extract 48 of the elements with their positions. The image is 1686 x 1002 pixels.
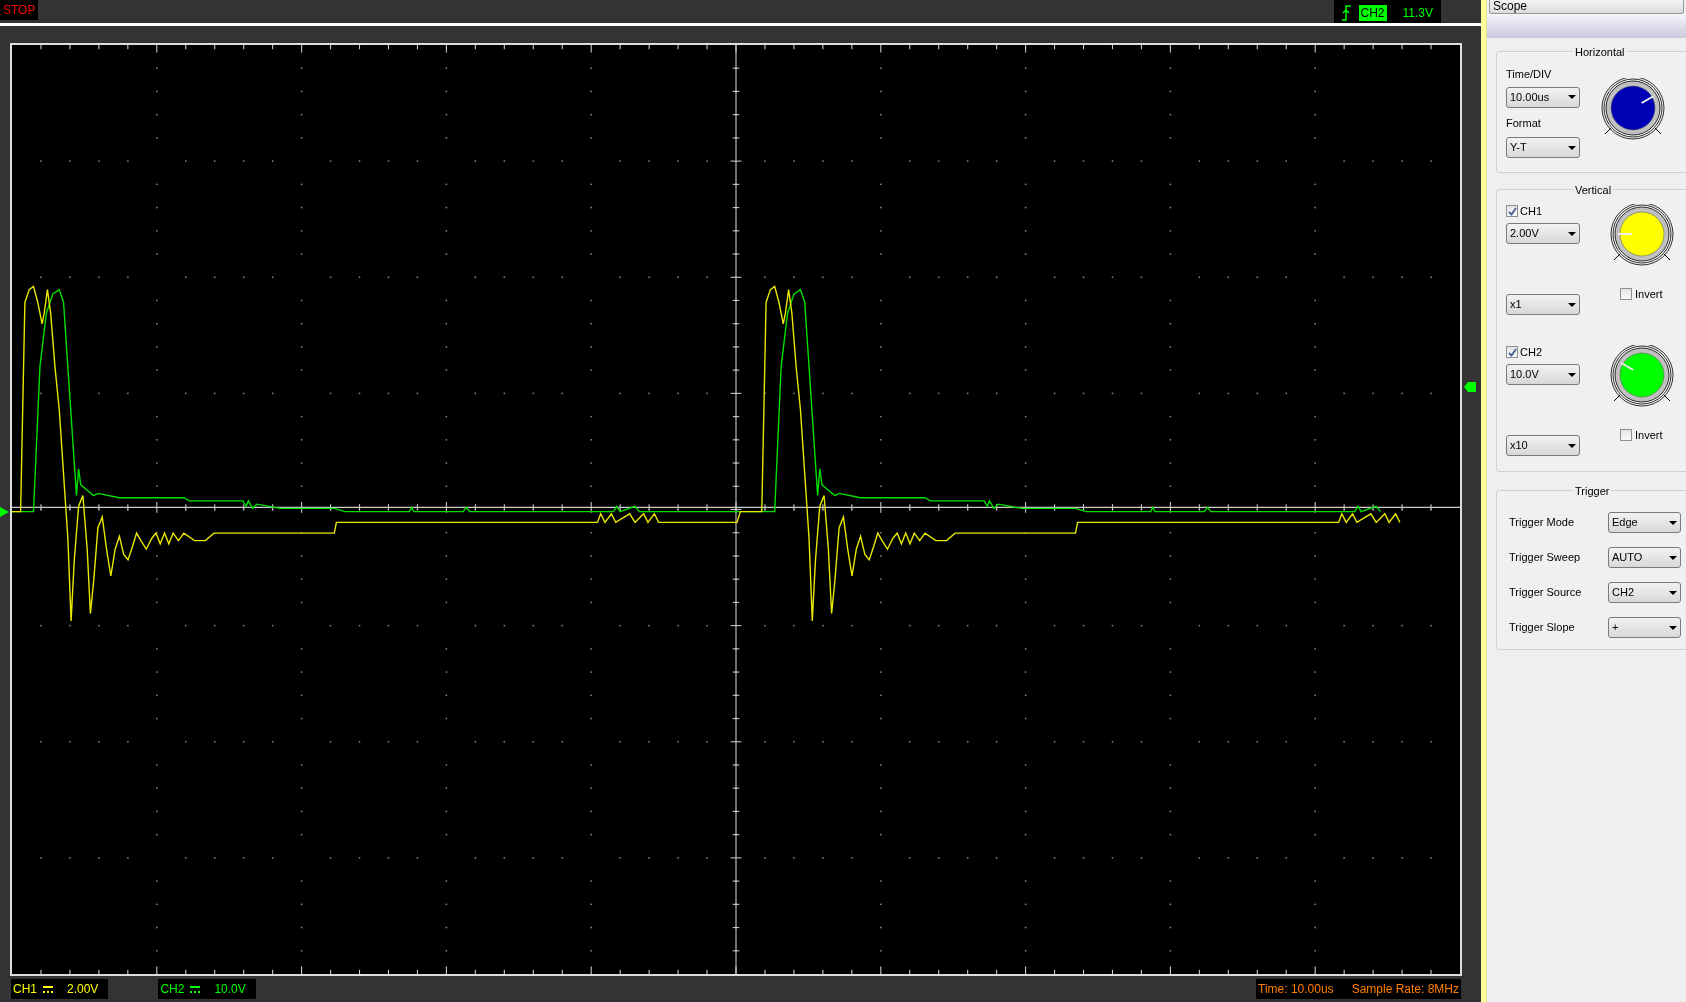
caret-icon <box>1669 625 1677 630</box>
caret-icon <box>1669 520 1677 525</box>
field-label: Trigger Slope <box>1509 620 1576 636</box>
dropdown[interactable]: 10.0V <box>1506 364 1580 385</box>
checkbox-label: CH1 <box>1520 203 1542 219</box>
checkbox[interactable] <box>1620 429 1632 442</box>
checkbox[interactable] <box>1620 288 1632 301</box>
dropdown[interactable]: AUTO <box>1608 547 1681 568</box>
caret-icon <box>1568 145 1576 150</box>
checkbox-label: Invert <box>1635 428 1663 443</box>
checkmark-icon <box>1507 206 1517 216</box>
dropdown[interactable]: x1 <box>1506 294 1580 315</box>
panel-title: Scope <box>1493 0 1528 13</box>
trigger-marker-icon <box>1464 382 1476 392</box>
run-state: STOP <box>0 0 39 20</box>
channel-label: CH1 <box>13 981 37 998</box>
caret-icon <box>1568 95 1576 99</box>
caret-icon <box>1568 302 1576 307</box>
trigger-level: 11.3V <box>1402 4 1433 22</box>
dropdown[interactable]: 2.00V <box>1506 223 1580 244</box>
channel-label: CH2 <box>160 981 185 998</box>
field-label: Trigger Sweep <box>1509 550 1582 566</box>
caret-icon <box>1669 590 1677 595</box>
trigger-channel: CH2 <box>1358 4 1387 21</box>
dropdown[interactable]: CH2 <box>1608 582 1681 603</box>
time-readout: Time: 10.00us <box>1258 981 1334 998</box>
dropdown[interactable]: x10 <box>1506 435 1580 456</box>
rising-edge-icon <box>1341 4 1351 21</box>
field-label: Format <box>1506 115 1542 131</box>
caret-icon <box>1568 372 1576 377</box>
checkbox[interactable] <box>1506 346 1518 358</box>
dropdown[interactable]: Edge <box>1608 512 1681 533</box>
channel-scale: 2.00V <box>67 981 99 998</box>
sample-rate-readout: Sample Rate: 8MHz <box>1351 981 1459 998</box>
caret-icon <box>1568 443 1576 448</box>
checkmark-icon <box>1507 347 1517 357</box>
checkbox-label: CH2 <box>1520 344 1542 360</box>
field-label: Trigger Source <box>1509 585 1583 601</box>
dropdown[interactable]: 10.00us <box>1506 86 1580 108</box>
checkbox[interactable] <box>1506 205 1518 217</box>
caret-icon <box>1568 231 1576 236</box>
dropdown[interactable]: + <box>1608 617 1681 638</box>
caret-icon <box>1669 555 1677 560</box>
channel-scale: 10.0V <box>214 981 246 998</box>
checkbox-label: Invert <box>1635 287 1663 302</box>
field-label: Time/DIV <box>1506 67 1553 82</box>
field-label: Trigger Mode <box>1509 515 1575 531</box>
dropdown[interactable]: Y-T <box>1506 137 1580 158</box>
